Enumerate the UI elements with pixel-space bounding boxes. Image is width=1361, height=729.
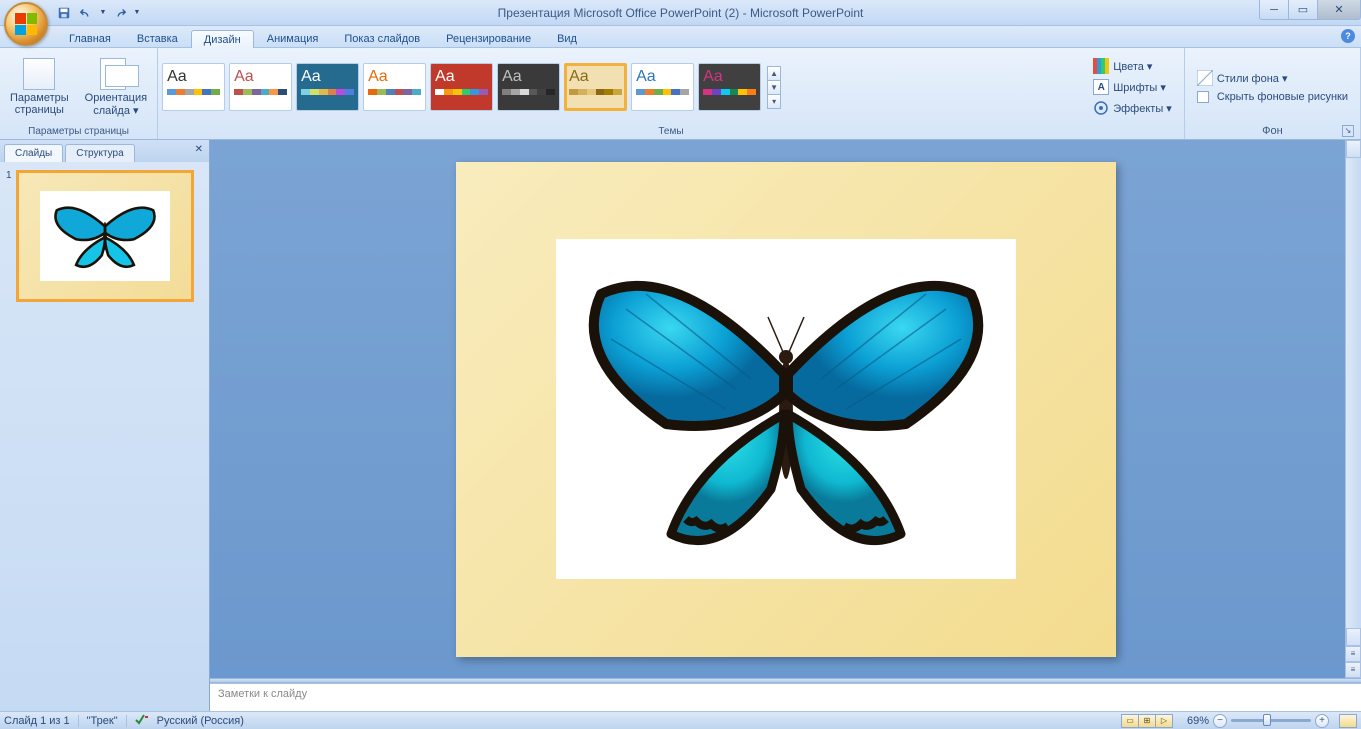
- ribbon: Параметры страницы Ориентация слайда ▾ П…: [0, 48, 1361, 140]
- tab-review[interactable]: Рецензирование: [433, 29, 544, 47]
- slide[interactable]: [456, 162, 1116, 657]
- tab-home[interactable]: Главная: [56, 29, 124, 47]
- quick-access-toolbar: ▼ ▼: [54, 0, 142, 25]
- zoom-fit-button[interactable]: [1339, 714, 1357, 728]
- zoom-in-button[interactable]: +: [1315, 714, 1329, 728]
- tab-insert[interactable]: Вставка: [124, 29, 191, 47]
- group-label-page-setup: Параметры страницы: [4, 124, 153, 139]
- save-icon[interactable]: [54, 3, 74, 23]
- window-controls: ─ ▭ ✕: [1260, 0, 1361, 25]
- orientation-button[interactable]: Ориентация слайда ▾: [79, 56, 153, 119]
- theme-thumb-7[interactable]: Aa: [631, 63, 694, 111]
- tab-slideshow[interactable]: Показ слайдов: [331, 29, 433, 47]
- status-theme[interactable]: "Трек": [87, 715, 118, 727]
- effects-button[interactable]: Эффекты ▾: [1087, 98, 1178, 118]
- theme-thumb-1[interactable]: Aa: [229, 63, 292, 111]
- theme-thumb-8[interactable]: Aa: [698, 63, 761, 111]
- orientation-label: Ориентация слайда ▾: [85, 92, 147, 117]
- editor-area: ≡ ≡ Заметки к слайду: [210, 140, 1361, 711]
- redo-icon[interactable]: [110, 3, 130, 23]
- group-label-background: Фон↘: [1189, 123, 1356, 139]
- notes-pane[interactable]: Заметки к слайду: [210, 683, 1361, 711]
- zoom-slider-thumb[interactable]: [1263, 714, 1271, 726]
- title-bar: ▼ ▼ Презентация Microsoft Office PowerPo…: [0, 0, 1361, 26]
- background-styles-icon: [1197, 70, 1213, 86]
- undo-icon[interactable]: [76, 3, 96, 23]
- tab-design[interactable]: Дизайн: [191, 30, 254, 48]
- status-slide-number[interactable]: Слайд 1 из 1: [4, 715, 70, 727]
- pane-tab-outline[interactable]: Структура: [65, 144, 134, 162]
- theme-thumb-4[interactable]: Aa: [430, 63, 493, 111]
- zoom-controls: 69% − +: [1187, 714, 1357, 728]
- help-icon[interactable]: ?: [1341, 29, 1355, 43]
- hide-background-checkbox[interactable]: Скрыть фоновые рисунки: [1191, 89, 1354, 105]
- office-button[interactable]: [4, 2, 48, 46]
- gallery-down-icon[interactable]: ▼: [767, 80, 781, 95]
- slide-nav-buttons: ≡ ≡: [1345, 646, 1361, 678]
- status-language[interactable]: Русский (Россия): [157, 715, 244, 727]
- background-styles-button[interactable]: Стили фона ▾: [1191, 68, 1354, 88]
- themes-gallery: AaAaAaAaAaAaAaAaAa▲▼▾: [162, 63, 781, 111]
- maximize-button[interactable]: ▭: [1288, 0, 1318, 20]
- checkbox-icon: [1197, 91, 1209, 103]
- tab-animation[interactable]: Анимация: [254, 29, 332, 47]
- thumbnails-list[interactable]: 1: [0, 162, 209, 711]
- thumbnail-number: 1: [6, 170, 12, 302]
- qat-customize-icon[interactable]: ▼: [132, 3, 142, 23]
- page-setup-button[interactable]: Параметры страницы: [4, 56, 75, 118]
- slideshow-view-button[interactable]: ▷: [1155, 714, 1173, 728]
- pane-tabs: Слайды Структура ✕: [0, 140, 209, 162]
- theme-thumb-6[interactable]: Aa: [564, 63, 627, 111]
- prev-slide-button[interactable]: ≡: [1345, 646, 1361, 662]
- next-slide-button[interactable]: ≡: [1345, 662, 1361, 678]
- theme-thumb-3[interactable]: Aa: [363, 63, 426, 111]
- tab-view[interactable]: Вид: [544, 29, 590, 47]
- colors-button[interactable]: Цвета ▾: [1087, 56, 1178, 76]
- page-setup-label: Параметры страницы: [10, 92, 69, 116]
- close-button[interactable]: ✕: [1317, 0, 1361, 20]
- pane-tab-slides[interactable]: Слайды: [4, 144, 63, 162]
- butterfly-image: [556, 239, 1016, 579]
- sorter-view-button[interactable]: ⊞: [1138, 714, 1156, 728]
- orientation-icon: [100, 58, 132, 90]
- normal-view-button[interactable]: ▭: [1121, 714, 1139, 728]
- gallery-up-icon[interactable]: ▲: [767, 66, 781, 81]
- workspace: Слайды Структура ✕ 1: [0, 140, 1361, 711]
- slide-thumbnail[interactable]: 1: [6, 170, 203, 302]
- ribbon-group-themes: AaAaAaAaAaAaAaAaAa▲▼▾ Цвета ▾ AШрифты ▾ …: [158, 48, 1185, 139]
- ribbon-tabs: Главная Вставка Дизайн Анимация Показ сл…: [0, 26, 1361, 48]
- butterfly-thumbnail-image: [40, 191, 170, 281]
- zoom-percent[interactable]: 69%: [1187, 715, 1209, 727]
- status-bar: Слайд 1 из 1 "Трек" Русский (Россия) ▭ ⊞…: [0, 711, 1361, 729]
- slides-pane: Слайды Структура ✕ 1: [0, 140, 210, 711]
- fonts-button[interactable]: AШрифты ▾: [1087, 77, 1178, 97]
- slide-canvas-area[interactable]: ≡ ≡: [210, 140, 1361, 678]
- effects-icon: [1093, 100, 1109, 116]
- zoom-out-button[interactable]: −: [1213, 714, 1227, 728]
- pane-close-icon[interactable]: ✕: [195, 144, 203, 155]
- vertical-scrollbar[interactable]: [1345, 140, 1361, 678]
- window-title: Презентация Microsoft Office PowerPoint …: [498, 6, 864, 20]
- undo-dropdown-icon[interactable]: ▼: [98, 3, 108, 23]
- notes-placeholder: Заметки к слайду: [218, 688, 307, 700]
- ribbon-group-background: Стили фона ▾ Скрыть фоновые рисунки Фон↘: [1185, 48, 1361, 139]
- gallery-more-icon[interactable]: ▾: [767, 94, 781, 109]
- page-setup-icon: [23, 58, 55, 90]
- ribbon-group-page-setup: Параметры страницы Ориентация слайда ▾ П…: [0, 48, 158, 139]
- theme-options: Цвета ▾ AШрифты ▾ Эффекты ▾: [1085, 54, 1180, 120]
- theme-thumb-2[interactable]: Aa: [296, 63, 359, 111]
- zoom-slider[interactable]: [1231, 719, 1311, 722]
- dialog-launcher-icon[interactable]: ↘: [1342, 125, 1354, 137]
- spellcheck-icon[interactable]: [135, 713, 149, 728]
- group-label-themes: Темы: [162, 124, 1180, 139]
- slide-picture[interactable]: [556, 239, 1016, 579]
- view-buttons: ▭ ⊞ ▷: [1122, 714, 1173, 728]
- theme-thumb-5[interactable]: Aa: [497, 63, 560, 111]
- fonts-icon: A: [1093, 79, 1109, 95]
- minimize-button[interactable]: ─: [1259, 0, 1289, 20]
- theme-thumb-0[interactable]: Aa: [162, 63, 225, 111]
- colors-icon: [1093, 58, 1109, 74]
